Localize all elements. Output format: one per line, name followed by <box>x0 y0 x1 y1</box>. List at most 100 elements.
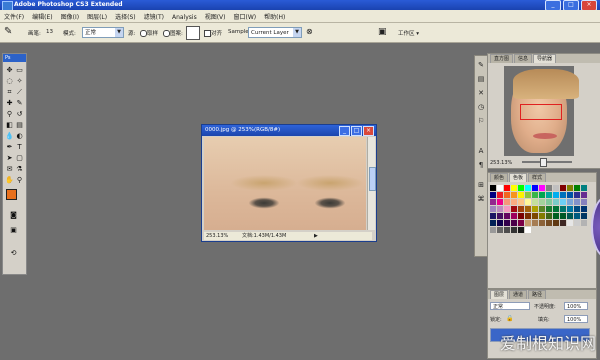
pattern-picker[interactable] <box>186 26 200 40</box>
color-swatch[interactable] <box>525 227 531 233</box>
color-swatch[interactable] <box>546 213 552 219</box>
color-swatch[interactable] <box>539 220 545 226</box>
ignore-adjustment-icon[interactable]: ⊗ <box>306 27 313 36</box>
history-brush-tool-icon[interactable]: ↺ <box>15 110 24 119</box>
move-tool-icon[interactable]: ✥ <box>5 66 14 75</box>
color-swatch[interactable] <box>553 185 559 191</box>
color-swatch[interactable] <box>574 185 580 191</box>
color-swatch[interactable] <box>518 206 524 212</box>
color-swatch[interactable] <box>497 220 503 226</box>
color-swatch[interactable] <box>574 220 580 226</box>
color-swatch[interactable] <box>567 213 573 219</box>
color-swatch[interactable] <box>532 220 538 226</box>
dock-character-icon[interactable]: A <box>476 146 486 156</box>
shape-tool-icon[interactable]: ▢ <box>15 154 24 163</box>
color-swatch[interactable] <box>567 206 573 212</box>
gradient-tool-icon[interactable]: ▤ <box>15 121 24 130</box>
doc-maximize-button[interactable]: □ <box>351 126 362 136</box>
tab-navigator[interactable]: 导航器 <box>533 54 557 63</box>
color-swatch[interactable] <box>539 206 545 212</box>
navigator-view-box[interactable] <box>520 104 562 120</box>
color-swatch[interactable] <box>532 185 538 191</box>
doc-close-button[interactable]: × <box>363 126 374 136</box>
dock-layer-comps-icon[interactable]: ✕ <box>476 88 486 98</box>
color-swatch[interactable] <box>560 213 566 219</box>
tab-paths[interactable]: 路径 <box>528 290 547 299</box>
menu-select[interactable]: 选择(S) <box>111 10 140 21</box>
sampled-radio[interactable] <box>140 30 147 37</box>
status-arrow-icon[interactable]: ▶ <box>314 232 318 240</box>
tab-layers[interactable]: 图层 <box>490 290 509 299</box>
document-title-bar[interactable]: 0000.jpg @ 253%(RGB/8#) _ □ × <box>202 125 376 136</box>
color-swatch[interactable] <box>553 199 559 205</box>
hand-tool-icon[interactable]: ✋ <box>5 176 14 185</box>
color-swatch[interactable] <box>490 206 496 212</box>
bridge-icon[interactable]: ▣ <box>378 27 387 37</box>
marquee-tool-icon[interactable]: ▭ <box>15 66 24 75</box>
color-swatch[interactable] <box>532 213 538 219</box>
color-swatch[interactable] <box>574 206 580 212</box>
color-swatch[interactable] <box>490 185 496 191</box>
navigator-zoom-slider[interactable] <box>522 158 572 167</box>
mode-select[interactable]: 正常 ▼ <box>82 27 124 38</box>
color-swatch[interactable] <box>560 185 566 191</box>
menu-filter[interactable]: 滤镜(T) <box>140 10 168 21</box>
dock-info-icon[interactable]: ⊞ <box>476 180 486 190</box>
color-swatch[interactable] <box>574 192 580 198</box>
menu-help[interactable]: 帮助(H) <box>260 10 289 21</box>
color-swatch[interactable] <box>546 192 552 198</box>
color-swatch[interactable] <box>511 192 517 198</box>
color-swatch[interactable] <box>525 185 531 191</box>
dock-tool-presets-icon[interactable]: ▤ <box>476 74 486 84</box>
clone-stamp-tool-icon[interactable]: ✎ <box>4 26 12 37</box>
pen-tool-icon[interactable]: ✒ <box>5 143 14 152</box>
color-swatch[interactable] <box>511 220 517 226</box>
crop-tool-icon[interactable]: ⌗ <box>5 88 14 97</box>
color-swatch[interactable] <box>504 213 510 219</box>
slider-knob[interactable] <box>540 158 547 167</box>
dock-brushes-icon[interactable]: ✎ <box>476 60 486 70</box>
color-swatch[interactable] <box>511 227 517 233</box>
color-swatch[interactable] <box>581 206 587 212</box>
menu-file[interactable]: 文件(F) <box>0 10 28 21</box>
color-swatch[interactable] <box>511 206 517 212</box>
menu-window[interactable]: 窗口(W) <box>230 10 261 21</box>
type-tool-icon[interactable]: T <box>15 143 24 152</box>
color-swatch[interactable] <box>539 185 545 191</box>
sample-select[interactable]: Current Layer ▼ <box>248 27 302 38</box>
color-swatch[interactable] <box>497 206 503 212</box>
menu-edit[interactable]: 编辑(E) <box>28 10 56 21</box>
color-swatch[interactable] <box>497 199 503 205</box>
color-swatch[interactable] <box>518 227 524 233</box>
color-swatch[interactable] <box>553 213 559 219</box>
color-swatch[interactable] <box>532 206 538 212</box>
tab-color[interactable]: 颜色 <box>490 173 509 182</box>
color-swatch[interactable] <box>511 199 517 205</box>
aligned-checkbox[interactable] <box>204 30 211 37</box>
menu-image[interactable]: 图像(I) <box>57 10 83 21</box>
tab-histogram[interactable]: 直方图 <box>490 54 514 63</box>
color-swatch[interactable] <box>539 199 545 205</box>
color-swatch[interactable] <box>504 206 510 212</box>
lasso-tool-icon[interactable]: ◌ <box>5 77 14 86</box>
color-swatch[interactable] <box>553 192 559 198</box>
dock-actions-icon[interactable]: ⚐ <box>476 116 486 126</box>
color-swatch[interactable] <box>539 213 545 219</box>
color-swatch[interactable] <box>525 220 531 226</box>
scrollbar-thumb[interactable] <box>369 167 376 191</box>
tab-swatches[interactable]: 色板 <box>509 173 528 182</box>
blur-tool-icon[interactable]: 💧 <box>5 132 14 141</box>
color-swatch[interactable] <box>518 185 524 191</box>
color-swatch[interactable] <box>532 192 538 198</box>
color-swatch[interactable] <box>497 185 503 191</box>
notes-tool-icon[interactable]: ✉ <box>5 165 14 174</box>
color-swatch[interactable] <box>567 220 573 226</box>
color-swatch[interactable] <box>518 213 524 219</box>
navigator-thumbnail[interactable] <box>504 66 579 156</box>
color-swatch[interactable] <box>504 192 510 198</box>
color-swatch[interactable] <box>497 227 503 233</box>
foreground-color-swatch[interactable] <box>6 189 17 200</box>
workspace-button[interactable]: 工作区 ▾ <box>398 29 419 37</box>
color-swatch[interactable] <box>511 213 517 219</box>
color-swatch[interactable] <box>504 220 510 226</box>
